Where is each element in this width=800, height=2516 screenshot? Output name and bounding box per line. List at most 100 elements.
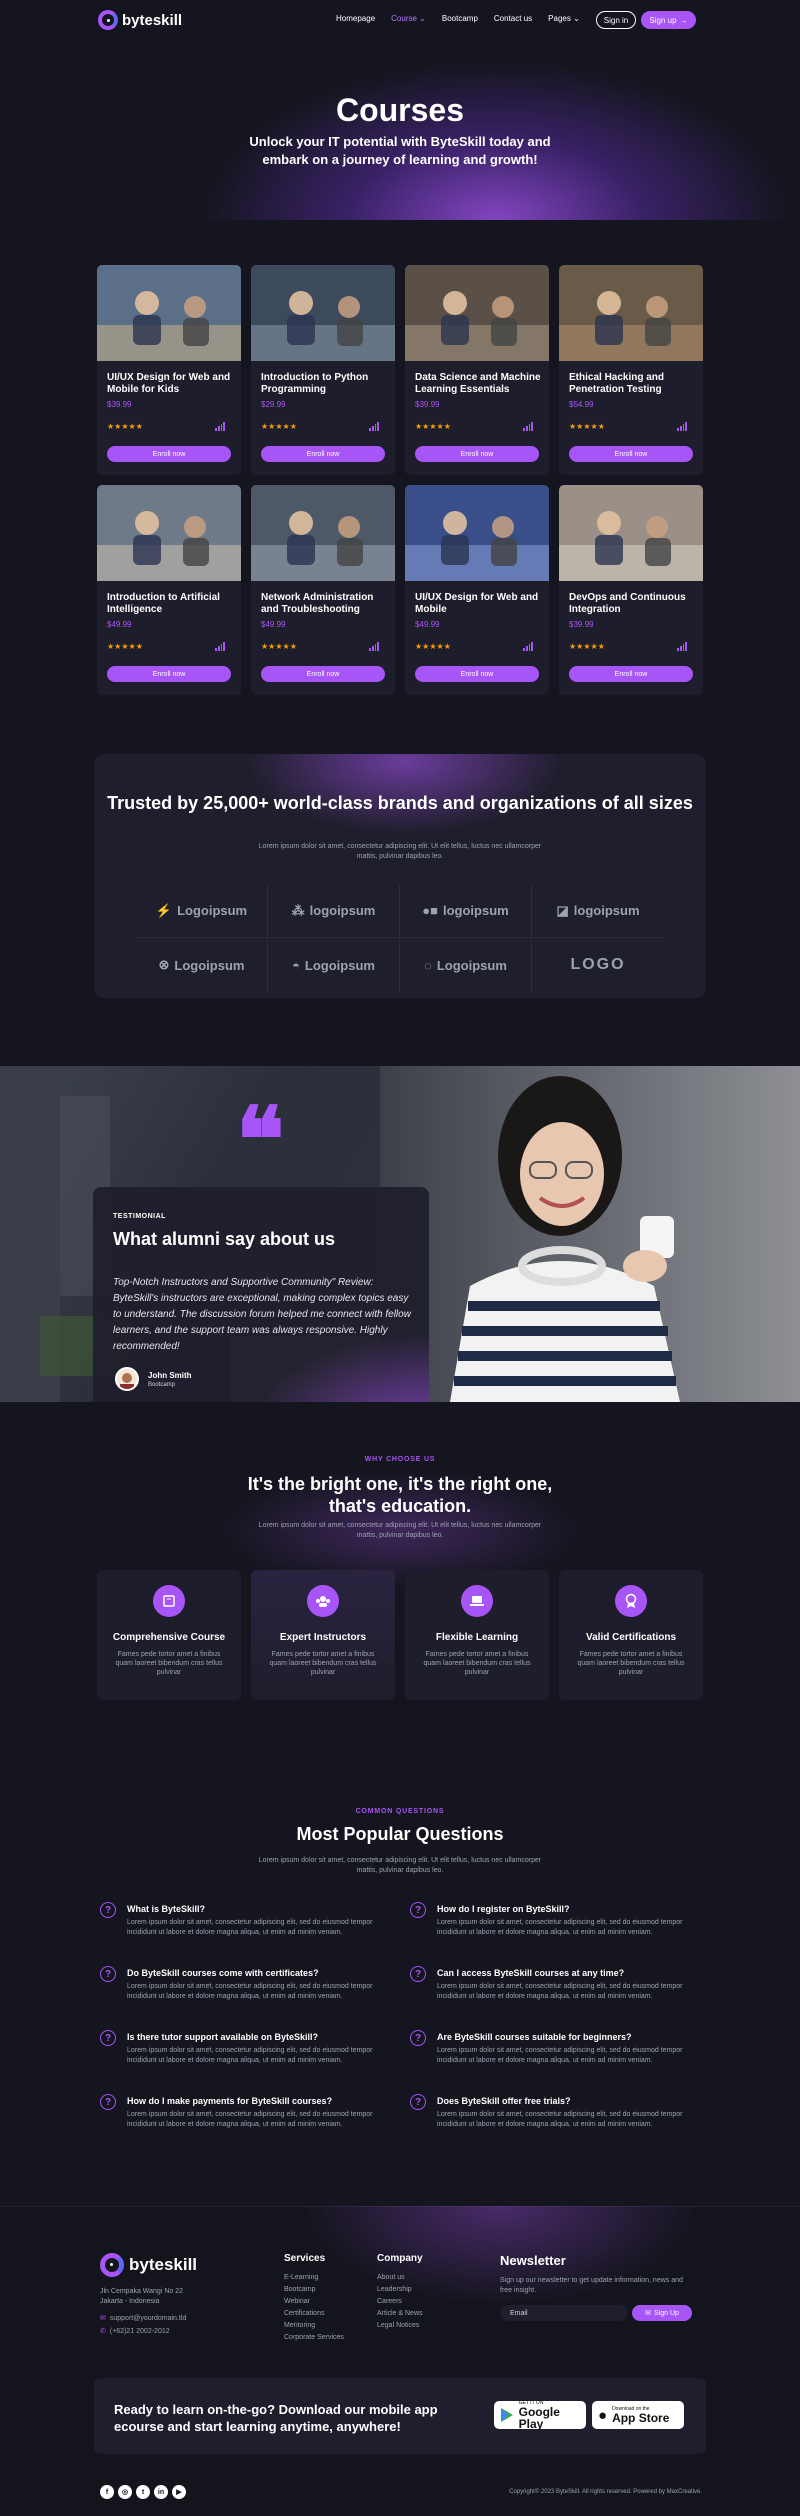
faq-question[interactable]: Do ByteSkill courses come with certifica… <box>127 1968 319 1978</box>
twitter-icon[interactable]: t <box>136 2485 150 2499</box>
signup-button[interactable]: Sign up → <box>641 11 696 29</box>
course-image <box>97 265 241 361</box>
enroll-button[interactable]: Enroll now <box>415 666 539 682</box>
course-title[interactable]: DevOps and Continuous Integration <box>569 592 695 616</box>
enroll-button[interactable]: Enroll now <box>107 666 231 682</box>
phone-icon: ✆ <box>100 2328 106 2335</box>
course-price: $49.99 <box>415 620 440 629</box>
dots-icon: ⁂ <box>291 902 305 918</box>
footer-link[interactable]: Corporate Services <box>284 2332 344 2344</box>
faq-question[interactable]: What is ByteSkill? <box>127 1904 205 1914</box>
youtube-icon[interactable]: ▶ <box>172 2485 186 2499</box>
footer-link[interactable]: Certifications <box>284 2308 344 2320</box>
footer-link[interactable]: Bootcamp <box>284 2284 344 2296</box>
nav-pages[interactable]: Pages ⌄ <box>548 14 580 23</box>
rating-stars: ★★★★★ <box>261 642 297 651</box>
newsletter-email-input[interactable]: Email <box>500 2305 628 2321</box>
partner-logo-text: Logoipsum <box>304 957 375 973</box>
faq-item[interactable]: ? Is there tutor support available on Byt… <box>100 2030 410 2078</box>
enroll-button[interactable]: Enroll now <box>415 446 539 462</box>
course-card[interactable]: DevOps and Continuous Integration $39.99 ★… <box>559 485 703 695</box>
footer-link[interactable]: Article & News <box>377 2308 423 2320</box>
faq-item[interactable]: ? Are ByteSkill courses suitable for begi… <box>410 2030 700 2078</box>
phone-link[interactable]: ✆ (+62)21 2002-2012 <box>100 2325 186 2338</box>
enroll-button[interactable]: Enroll now <box>569 446 693 462</box>
feature-text: Fames pede tortor amet a finibus quam la… <box>423 1651 531 1676</box>
course-title[interactable]: Ethical Hacking and Penetration Testing <box>569 372 695 396</box>
footer-link[interactable]: E-Learning <box>284 2272 344 2284</box>
faq-question[interactable]: How do I register on ByteSkill? <box>437 1904 570 1914</box>
partner-logo: ⁂ logoipsum <box>268 884 400 938</box>
signin-button[interactable]: Sign in <box>596 11 636 29</box>
footer-link[interactable]: Webinar <box>284 2296 344 2308</box>
faq-question[interactable]: Can I access ByteSkill courses at any ti… <box>437 1968 624 1978</box>
course-card[interactable]: Introduction to Python Programming $29.99… <box>251 265 395 475</box>
partner-logo-text: logoipsum <box>443 903 509 918</box>
nav-bootcamp[interactable]: Bootcamp <box>442 14 478 23</box>
level-icon <box>369 642 379 651</box>
email-link[interactable]: ✉ support@yourdomain.tld <box>100 2312 186 2325</box>
enroll-button[interactable]: Enroll now <box>261 666 385 682</box>
address-line: Jln Cempaka Wangi No 22 <box>100 2288 184 2295</box>
footer-link[interactable]: About us <box>377 2272 423 2284</box>
quote-icon: ❝ <box>236 1087 285 1193</box>
trusted-text: Lorem ipsum dolor sit amet, consectetur … <box>258 843 542 860</box>
course-price: $29.99 <box>261 400 286 409</box>
question-icon: ? <box>100 2030 116 2046</box>
enroll-button[interactable]: Enroll now <box>569 666 693 682</box>
avatar-icon <box>120 1373 134 1389</box>
google-play-button[interactable]: GET IT ON Google Play <box>494 2400 586 2430</box>
enroll-button[interactable]: Enroll now <box>261 446 385 462</box>
faq-question[interactable]: How do I make payments for ByteSkill cou… <box>127 2096 332 2106</box>
footer-link[interactable]: Leadership <box>377 2284 423 2296</box>
course-title[interactable]: Introduction to Python Programming <box>261 372 387 396</box>
course-card[interactable]: UI/UX Design for Web and Mobile $49.99 ★★★… <box>405 485 549 695</box>
feature-title: Flexible Learning <box>435 1632 519 1643</box>
nav-contact[interactable]: Contact us <box>494 14 532 23</box>
course-card[interactable]: Ethical Hacking and Penetration Testing $… <box>559 265 703 475</box>
course-title[interactable]: Introduction to Artificial Intelligence <box>107 592 233 616</box>
footer-logo[interactable]: byteskill <box>100 2253 197 2277</box>
course-card[interactable]: UI/UX Design for Web and Mobile for Kids… <box>97 265 241 475</box>
faq-question[interactable]: Are ByteSkill courses suitable for begin… <box>437 2032 632 2042</box>
faq-item[interactable]: ? How do I register on ByteSkill? Lorem ip… <box>410 1902 700 1950</box>
faq-item[interactable]: ? Do ByteSkill courses come with certific… <box>100 1966 410 2014</box>
course-title[interactable]: UI/UX Design for Web and Mobile <box>415 592 541 616</box>
chevron-down-icon: ⌄ <box>419 14 426 23</box>
course-card[interactable]: Network Administration and Troubleshooti… <box>251 485 395 695</box>
app-store-label: App Store <box>612 2411 670 2425</box>
faq-item[interactable]: ? How do I make payments for ByteSkill co… <box>100 2094 410 2142</box>
course-price: $54.99 <box>569 400 594 409</box>
faq-question[interactable]: Does ByteSkill offer free trials? <box>437 2096 571 2106</box>
partner-logo: ◓ Logoipsum <box>268 938 400 992</box>
course-title[interactable]: UI/UX Design for Web and Mobile for Kids <box>107 372 233 396</box>
course-card[interactable]: Introduction to Artificial Intelligence $… <box>97 485 241 695</box>
nav-course[interactable]: Course ⌄ <box>391 14 426 23</box>
faq-item[interactable]: ? Can I access ByteSkill courses at any t… <box>410 1966 700 2014</box>
faq-item[interactable]: ? What is ByteSkill? Lorem ipsum dolor sit… <box>100 1902 410 1950</box>
testimonial-card: TESTIMONIAL What alumni say about us Top… <box>93 1187 429 1402</box>
cross-circle-icon: ⊗ <box>158 957 170 972</box>
instagram-icon[interactable]: ◎ <box>118 2485 132 2499</box>
footer-link[interactable]: Legal Notices <box>377 2320 423 2332</box>
course-title[interactable]: Network Administration and Troubleshooti… <box>261 592 387 616</box>
footer-link[interactable]: Mentoring <box>284 2320 344 2332</box>
nav-homepage[interactable]: Homepage <box>336 14 375 23</box>
course-price: $39.99 <box>415 400 440 409</box>
faq-question[interactable]: Is there tutor support available on Byte… <box>127 2032 318 2042</box>
linkedin-icon[interactable]: in <box>154 2485 168 2499</box>
faq-answer: Lorem ipsum dolor sit amet, consectetur … <box>127 1983 373 2000</box>
facebook-icon[interactable]: f <box>100 2485 114 2499</box>
footer-link[interactable]: Careers <box>377 2296 423 2308</box>
course-price: $39.99 <box>569 620 594 629</box>
site-logo[interactable]: byteskill <box>98 10 182 30</box>
app-store-button[interactable]: ● Download on the App Store <box>592 2401 684 2429</box>
partner-logo: ◪ logoipsum <box>532 884 664 938</box>
course-card[interactable]: Data Science and Machine Learning Essent… <box>405 265 549 475</box>
enroll-button[interactable]: Enroll now <box>107 446 231 462</box>
course-image <box>559 265 703 361</box>
newsletter-signup-button[interactable]: ✉ Sign Up <box>632 2305 692 2321</box>
partner-logo-text: Logoipsum <box>174 957 245 973</box>
faq-item[interactable]: ? Does ByteSkill offer free trials? Lorem … <box>410 2094 700 2142</box>
course-title[interactable]: Data Science and Machine Learning Essent… <box>415 372 541 396</box>
